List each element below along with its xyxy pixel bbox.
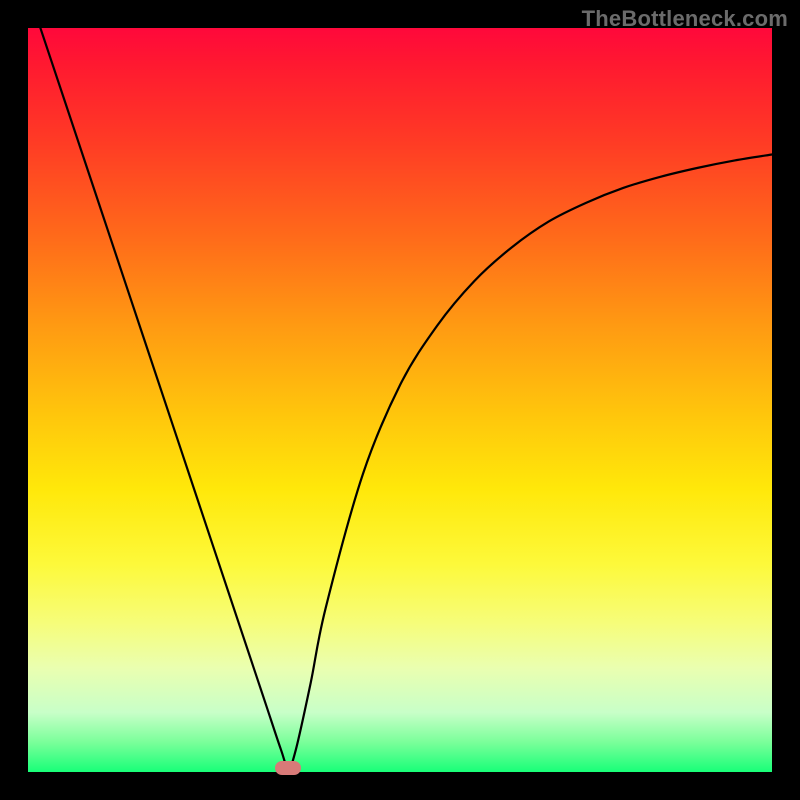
bottleneck-curve bbox=[28, 0, 772, 768]
plot-area bbox=[28, 28, 772, 772]
chart-frame: TheBottleneck.com bbox=[0, 0, 800, 800]
curve-layer bbox=[28, 28, 772, 772]
optimum-marker bbox=[275, 761, 301, 775]
